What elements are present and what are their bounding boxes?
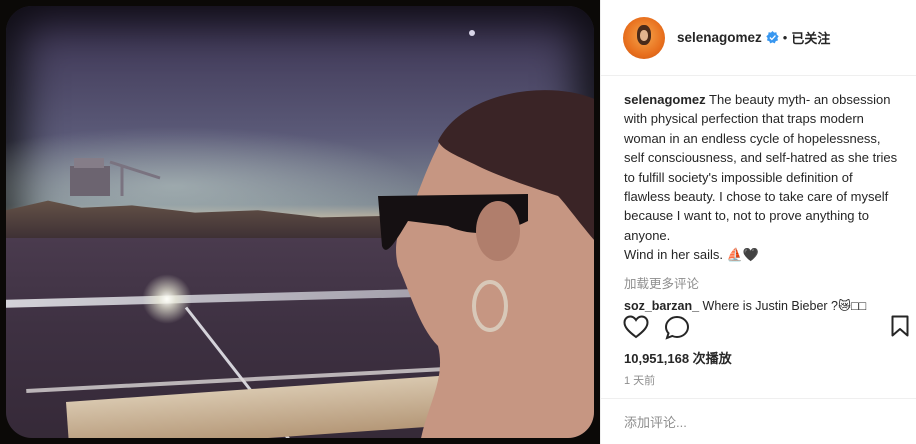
comment-item: soz_barzan_ Where is Justin Bieber ?😿□□ [601,292,916,313]
sun-glare [142,274,192,324]
post-photo[interactable] [6,6,594,438]
moon [469,30,475,36]
separator-dot: • [782,30,788,45]
bookmark-icon[interactable] [891,315,909,337]
caption-text-2: Wind in her sails. ⛵🖤 [624,247,759,263]
comment-bubble-icon[interactable] [664,315,690,340]
comment-text: Where is Justin Bieber ?😿□□ [702,298,867,313]
verified-badge-icon [766,31,779,44]
harbor-crane [70,158,161,196]
avatar[interactable] [623,16,665,59]
heart-icon[interactable] [623,315,649,339]
post-timestamp[interactable]: 1 天前 [624,372,655,388]
post-media[interactable] [0,0,600,444]
comment-author[interactable]: soz_barzan_ [624,299,699,313]
add-comment-input[interactable]: 添加评论... [601,398,916,444]
follow-status-button[interactable]: 已关注 [791,28,830,47]
woman-profile [378,90,594,438]
post-caption: selenagomez The beauty myth- an obsessio… [601,76,916,265]
post-sidebar: selenagomez • 已关注 selenagomez The beauty… [600,0,916,444]
action-bar [623,315,913,341]
caption-author[interactable]: selenagomez [624,92,706,107]
caption-text: The beauty myth- an obsession with physi… [624,92,898,243]
load-more-comments-link[interactable]: 加载更多评论 [601,265,916,292]
header-username[interactable]: selenagomez [677,30,762,45]
view-count[interactable]: 10,951,168 次播放 [624,348,732,367]
post-header: selenagomez • 已关注 [601,0,916,76]
